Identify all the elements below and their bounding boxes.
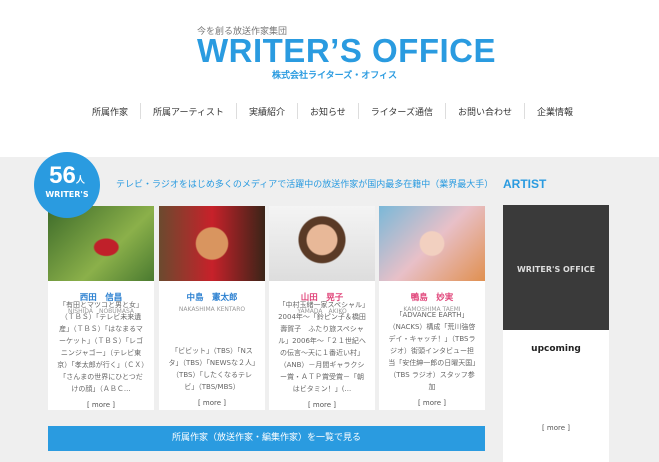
logo[interactable]: WRITER’S OFFICE <box>197 32 496 70</box>
count-number: 56 <box>49 162 76 189</box>
artist-more-link[interactable]: [ more ] <box>503 424 609 432</box>
writer-card[interactable]: 鴨島 妙実 KAMOSHIMA TAEMI 「ADVANCE EARTH」（NA… <box>379 206 485 410</box>
more-link[interactable]: [ more ] <box>269 401 375 409</box>
nav-item[interactable]: 所属作家 <box>80 103 142 119</box>
artist-panel: WRITER'S OFFICE upcoming [ more ] <box>503 205 609 462</box>
writer-card[interactable]: 山田 晃子 YAMADA AKIKO 「中村玉緒一家スペシャル」2004年～「鈴… <box>269 206 375 410</box>
writer-name[interactable]: 鴨島 妙実 <box>379 291 485 303</box>
view-all-writers-button[interactable]: 所属作家（放送作家・編集作家）を一覧で見る <box>48 426 485 451</box>
more-link[interactable]: [ more ] <box>159 399 265 407</box>
badge-label: WRITER'S <box>45 190 89 199</box>
nav-item[interactable]: お問い合わせ <box>446 103 525 119</box>
nav-item[interactable]: 所属アーティスト <box>141 103 237 119</box>
writer-photo[interactable] <box>379 206 485 281</box>
site-header: 今を創る放送作家集団 WRITER’S OFFICE 株式会社ライターズ・オフィ… <box>0 0 659 157</box>
nav-item[interactable]: お知らせ <box>298 103 359 119</box>
writer-count-badge: 56人 WRITER'S <box>34 152 100 218</box>
sidebar-heading: ARTIST <box>503 177 547 191</box>
writer-description: 「有田とマツコと男と女」（ＴＢＳ）「テレビ未来遺産」（ＴＢＳ）「はなまるマーケッ… <box>57 301 145 393</box>
artist-title[interactable]: upcoming <box>503 344 609 354</box>
intro-text: テレビ・ラジオをはじめ多くのメディアで活躍中の放送作家が国内最多在籍中（業界最大… <box>116 180 494 190</box>
writer-description: 「中村玉緒一家スペシャル」2004年～「鈴ピン子＆橋田壽賀子 ふたり旅スペシャル… <box>278 301 366 393</box>
writer-photo[interactable] <box>269 206 375 281</box>
company-name: 株式会社ライターズ・オフィス <box>272 71 398 81</box>
writer-description: 「ビビット」（TBS）「Nスタ」（TBS）「NEWSな２人」（TBS）「したくな… <box>168 347 256 391</box>
writer-card[interactable]: 中島 憲太郎 NAKASHIMA KENTARO 「ビビット」（TBS）「Nスタ… <box>159 206 265 410</box>
more-link[interactable]: [ more ] <box>379 399 485 407</box>
main-nav: 所属作家 所属アーティスト 実績紹介 お知らせ ライターズ通信 お問い合わせ 企… <box>80 103 585 119</box>
writer-photo[interactable] <box>159 206 265 281</box>
writer-description: 「ADVANCE EARTH」（NACKS）構成「荒川強啓デイ・キャッチ！」（T… <box>388 311 476 391</box>
nav-item[interactable]: 企業情報 <box>525 103 585 119</box>
writer-roman-name: NAKASHIMA KENTARO <box>178 306 246 313</box>
nav-item[interactable]: ライターズ通信 <box>359 103 446 119</box>
writer-name[interactable]: 中島 憲太郎 <box>159 291 265 303</box>
more-link[interactable]: [ more ] <box>48 401 154 409</box>
nav-item[interactable]: 実績紹介 <box>237 103 298 119</box>
artist-image[interactable]: WRITER'S OFFICE <box>503 205 609 330</box>
writer-card[interactable]: 西田 信昌 NISHIDA NOBUMASA 「有田とマツコと男と女」（ＴＢＳ）… <box>48 206 154 410</box>
count-unit: 人 <box>75 175 85 185</box>
